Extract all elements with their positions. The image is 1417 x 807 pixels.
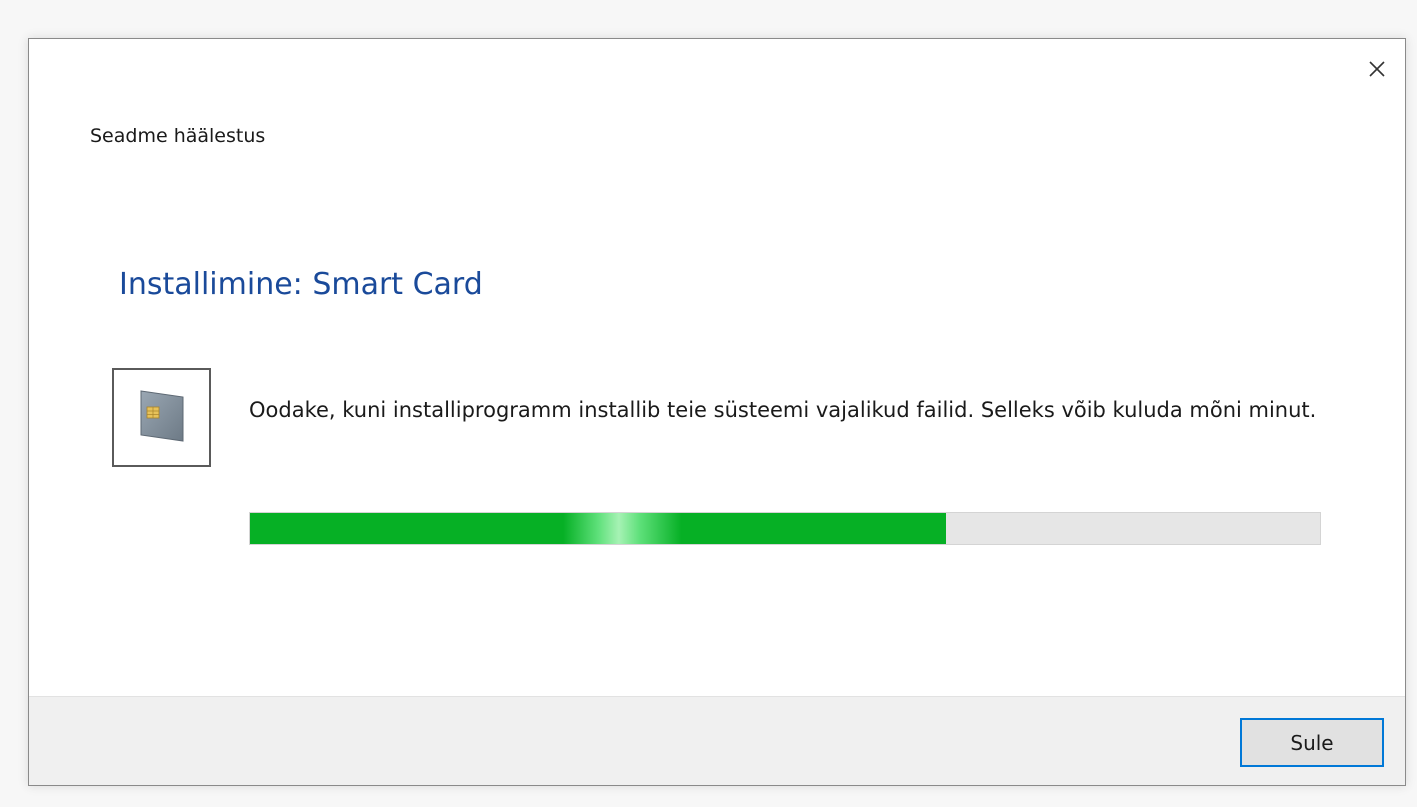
smart-card-icon (127, 381, 197, 455)
close-button[interactable]: Sule (1240, 718, 1384, 767)
device-icon-frame (112, 368, 211, 467)
progress-bar-fill (250, 513, 946, 544)
progress-bar (249, 512, 1321, 545)
page-title: Installimine: Smart Card (119, 267, 483, 302)
close-icon[interactable] (1361, 53, 1393, 85)
dialog-footer: Sule (29, 696, 1405, 785)
status-message: Oodake, kuni installiprogramm installib … (249, 398, 1317, 422)
window-title: Seadme häälestus (90, 125, 266, 147)
device-setup-dialog: Seadme häälestus Installimine: Smart Car… (28, 38, 1406, 786)
